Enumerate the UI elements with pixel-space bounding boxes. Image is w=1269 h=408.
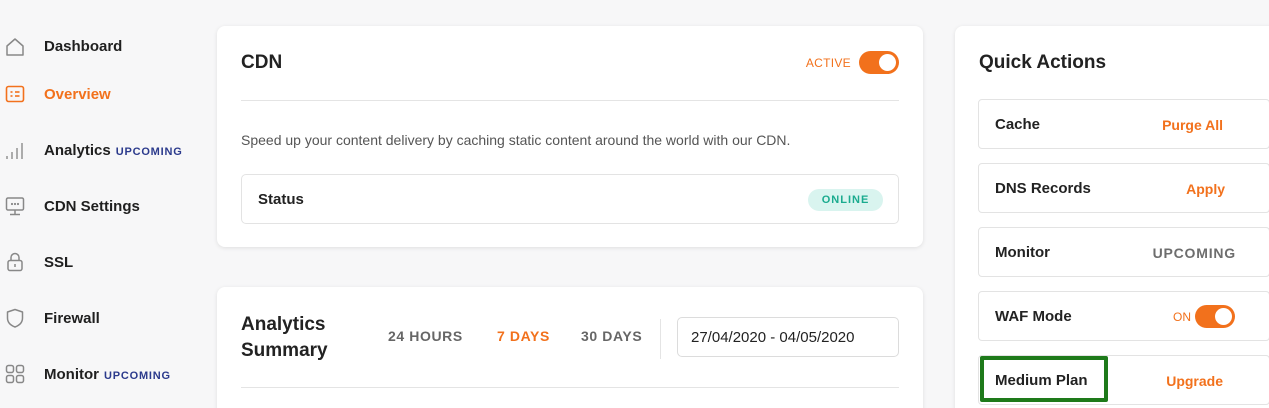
quick-actions-card: Quick Actions Cache Purge All DNS Record… bbox=[955, 26, 1269, 408]
overview-icon bbox=[5, 85, 25, 103]
qa-label: DNS Records bbox=[995, 180, 1091, 197]
apply-button[interactable]: Apply bbox=[1186, 181, 1225, 197]
waf-mode-toggle[interactable] bbox=[1195, 305, 1235, 328]
divider bbox=[241, 387, 899, 388]
toggle-knob bbox=[879, 54, 896, 71]
analytics-title: Analytics Summary bbox=[241, 312, 328, 364]
qa-row-dns-records: DNS Records Apply bbox=[978, 163, 1269, 213]
qa-label: Monitor bbox=[995, 244, 1050, 261]
sidebar-item-label-wrap: Analytics UPCOMING bbox=[44, 142, 183, 159]
analytics-title-line2: Summary bbox=[241, 340, 328, 361]
sidebar-item-label: Overview bbox=[44, 85, 111, 103]
status-label: Status bbox=[258, 191, 304, 208]
qa-row-monitor: Monitor UPCOMING bbox=[978, 227, 1269, 277]
cdn-settings-icon bbox=[5, 197, 25, 216]
sidebar-item-label: Analytics bbox=[44, 141, 111, 159]
qa-label: Cache bbox=[995, 116, 1041, 133]
upgrade-button[interactable]: Upgrade bbox=[1166, 373, 1223, 389]
active-label: ACTIVE bbox=[805, 56, 851, 70]
qa-row-medium-plan: Medium Plan Upgrade bbox=[978, 355, 1269, 405]
cdn-card: CDN ACTIVE Speed up your content deliver… bbox=[217, 26, 923, 247]
grid-icon bbox=[5, 364, 25, 384]
sidebar-item-label-wrap: Monitor UPCOMING bbox=[44, 366, 171, 383]
sidebar-item-label: Firewall bbox=[44, 309, 100, 327]
qa-label: Medium Plan bbox=[995, 372, 1088, 389]
upcoming-label: UPCOMING bbox=[1152, 245, 1236, 261]
analytics-summary-card: Analytics Summary 24 HOURS 7 DAYS 30 DAY… bbox=[217, 287, 923, 408]
cdn-title: CDN bbox=[241, 52, 283, 73]
shield-icon bbox=[6, 308, 24, 328]
date-range-input[interactable] bbox=[677, 317, 899, 357]
sidebar-item-label: Monitor bbox=[44, 365, 99, 383]
range-7-days[interactable]: 7 DAYS bbox=[497, 328, 550, 344]
toggle-knob bbox=[1215, 308, 1232, 325]
home-icon bbox=[6, 38, 24, 56]
sidebar-item-label: CDN Settings bbox=[44, 197, 140, 215]
cdn-description: Speed up your content delivery by cachin… bbox=[241, 132, 791, 148]
range-24-hours[interactable]: 24 HOURS bbox=[388, 328, 463, 344]
divider bbox=[241, 100, 899, 101]
qa-row-cache: Cache Purge All bbox=[978, 99, 1269, 149]
sidebar: Dashboard Overview Analytics UPCOMING CD… bbox=[0, 0, 205, 408]
purge-all-button[interactable]: Purge All bbox=[1162, 117, 1223, 133]
qa-row-waf-mode: WAF Mode ON bbox=[978, 291, 1269, 341]
lock-icon bbox=[7, 252, 23, 272]
status-badge: ONLINE bbox=[808, 189, 883, 211]
analytics-title-line1: Analytics bbox=[241, 314, 326, 335]
sidebar-item-label: Dashboard bbox=[44, 37, 123, 55]
range-30-days[interactable]: 30 DAYS bbox=[581, 328, 642, 344]
cdn-active-toggle[interactable] bbox=[859, 51, 899, 74]
quick-actions-title: Quick Actions bbox=[979, 52, 1107, 73]
waf-on-label: ON bbox=[1173, 310, 1191, 324]
bar-chart-icon bbox=[6, 143, 23, 159]
upcoming-badge: UPCOMING bbox=[103, 369, 171, 382]
status-row: Status ONLINE bbox=[241, 174, 899, 224]
upcoming-badge: UPCOMING bbox=[115, 145, 183, 158]
qa-label: WAF Mode bbox=[995, 308, 1072, 325]
divider bbox=[660, 319, 661, 359]
sidebar-item-label: SSL bbox=[44, 253, 74, 271]
